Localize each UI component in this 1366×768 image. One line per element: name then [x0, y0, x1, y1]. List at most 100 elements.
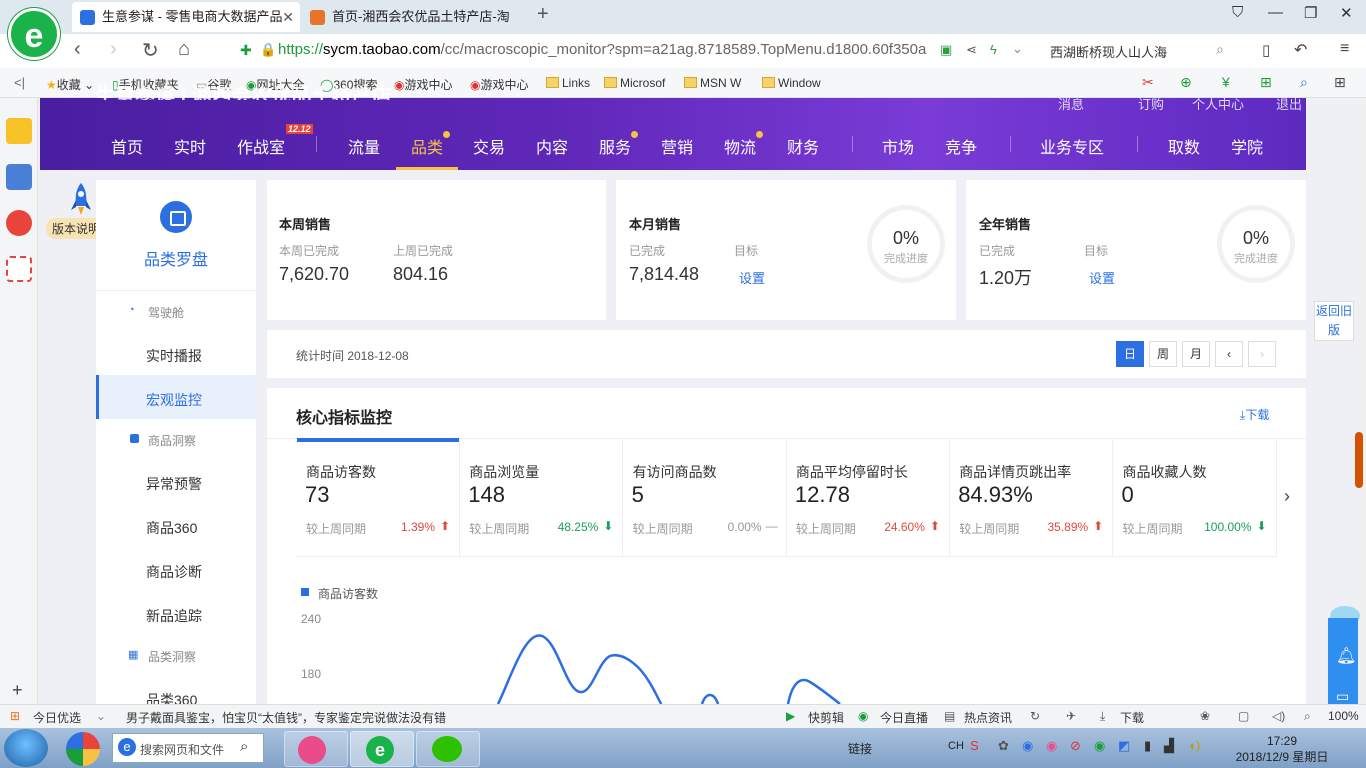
nav-content[interactable]: 内容 [536, 134, 568, 158]
nav-home[interactable]: 首页 [111, 134, 143, 158]
share-icon[interactable]: ⋖ [966, 42, 977, 58]
tray-app-icon[interactable]: ✿ [998, 738, 1009, 754]
nav-marketing[interactable]: 营销 [661, 134, 693, 158]
download-button[interactable]: ⤓下载 [1240, 406, 1269, 423]
thermometer-widget-icon[interactable] [1355, 432, 1363, 488]
new-tab-icon[interactable]: + [537, 3, 549, 26]
screenshot-icon[interactable]: ▣ [940, 42, 952, 58]
forward-icon[interactable]: › [110, 38, 117, 61]
bookmark-games-1[interactable]: ◉游戏中心 [394, 76, 453, 93]
close-tab-icon[interactable]: ✕ [282, 2, 294, 32]
back-icon[interactable]: ‹ [74, 38, 81, 61]
bookmark-microsoft[interactable]: Microsof [604, 76, 665, 90]
menu-item-product-diagnosis[interactable]: 商品诊断 [146, 562, 202, 582]
magnifier-icon[interactable]: ⌕ [1300, 74, 1308, 91]
metric-tile[interactable]: 商品详情页跳出率 84.93% 较上周同期 35.89% ⬆ [950, 440, 1114, 556]
undo-icon[interactable]: ↶ [1294, 40, 1307, 60]
menu-item-realtime-report[interactable]: 实时播报 [146, 346, 202, 366]
metric-tile[interactable]: 商品访客数 73 较上周同期 1.39% ⬆ [297, 440, 460, 556]
translate-icon[interactable]: ⊕ [1180, 74, 1192, 91]
back-to-old-version-button[interactable]: 返回旧版 [1314, 301, 1354, 341]
tray-links[interactable]: 链接 [848, 740, 872, 757]
grid-icon[interactable]: ⊞ [1334, 74, 1346, 91]
chevron-down-icon[interactable]: ⌄ [1012, 41, 1023, 57]
weibo-icon[interactable] [6, 210, 32, 236]
link-messages[interactable]: 消息 [1058, 94, 1084, 113]
news-icon[interactable] [6, 164, 32, 190]
period-week-button[interactable]: 周 [1149, 341, 1177, 367]
leaf-icon[interactable]: ❀ [1200, 709, 1210, 723]
link-profile[interactable]: 个人中心 [1192, 94, 1244, 113]
status-hot-news[interactable]: 热点资讯 [964, 709, 1012, 726]
volume-icon[interactable]: ◖) [1188, 738, 1200, 753]
lightning-icon[interactable]: ϟ [990, 42, 997, 57]
metric-tile[interactable]: 商品平均停留时长 12.78 较上周同期 24.60% ⬆ [787, 440, 950, 556]
window-icon[interactable]: ▢ [1238, 709, 1249, 723]
menu-item-category-360[interactable]: 品类360 [146, 690, 197, 704]
bell-icon[interactable]: 🔔︎ [1336, 646, 1356, 666]
sound-icon[interactable]: ◁) [1272, 709, 1285, 723]
next-date-button[interactable]: › [1248, 341, 1276, 367]
nav-logistics[interactable]: 物流 [724, 131, 764, 158]
tab-taobao-shop[interactable]: 首页-湘西会农优品土特产店-淘宝 [302, 2, 510, 32]
nav-trade[interactable]: 交易 [473, 134, 505, 158]
rocket-icon[interactable] [70, 182, 92, 216]
today-picks-label[interactable]: 今日优选 [33, 709, 81, 726]
collapse-sidebar-icon[interactable]: <| [14, 75, 25, 90]
search-input[interactable]: 西湖断桥现人山人海 [1050, 42, 1167, 61]
bookmark-favorites[interactable]: ★收藏 ⌄ [46, 76, 94, 93]
nav-category[interactable]: 品类 [411, 131, 451, 158]
menu-icon[interactable]: ≡ [1340, 40, 1349, 58]
nav-realtime[interactable]: 实时 [174, 134, 206, 158]
bookmark-windows[interactable]: Window [762, 76, 821, 90]
bookmark-links[interactable]: Links [546, 76, 590, 90]
metric-tile[interactable]: 有访问商品数 5 较上周同期 0.00% — [624, 440, 787, 556]
nav-business-zone[interactable]: 业务专区 [1040, 134, 1104, 158]
search-icon[interactable]: ⌕ [240, 738, 248, 755]
bookmark-msn[interactable]: MSN W [684, 76, 741, 90]
link-logout[interactable]: 退出 [1276, 94, 1302, 113]
year-target-set-link[interactable]: 设置 [1089, 268, 1115, 287]
favorites-star-icon[interactable] [6, 118, 32, 144]
maximize-icon[interactable]: ❐ [1304, 4, 1317, 22]
nav-academy[interactable]: 学院 [1231, 134, 1263, 158]
search-icon[interactable]: ⌕ [1216, 41, 1224, 58]
reader-icon[interactable]: ▯ [1262, 41, 1270, 59]
month-target-set-link[interactable]: 设置 [739, 268, 765, 287]
tray-shield-icon[interactable]: ◉ [1022, 738, 1033, 754]
status-live[interactable]: 今日直播 [880, 709, 928, 726]
tray-wechat-icon[interactable]: ◉ [1094, 738, 1105, 754]
prev-date-button[interactable]: ‹ [1215, 341, 1243, 367]
zoom-level[interactable]: 100% [1328, 709, 1359, 723]
menu-item-product-360[interactable]: 商品360 [146, 518, 197, 538]
tray-ball-icon[interactable]: ◉ [1046, 738, 1057, 754]
pin-icon[interactable]: ✈ [1066, 709, 1076, 723]
mail-icon[interactable] [6, 256, 32, 282]
close-window-icon[interactable]: ✕ [1340, 4, 1353, 22]
period-day-button[interactable]: 日 [1116, 341, 1144, 367]
url-text[interactable]: https://sycm.taobao.com/cc/macroscopic_m… [278, 41, 926, 58]
battery-icon[interactable]: ▮ [1144, 738, 1151, 754]
metrics-next-arrow-icon[interactable]: › [1284, 486, 1290, 507]
tray-network-app-icon[interactable]: ◩ [1118, 738, 1130, 754]
add-icon[interactable]: + [12, 680, 23, 701]
metric-tile[interactable]: 商品浏览量 148 较上周同期 48.25% ⬇ [460, 440, 624, 556]
nav-traffic[interactable]: 流量 [348, 134, 380, 158]
nav-competition[interactable]: 竞争 [945, 134, 977, 158]
app-launcher-icon[interactable] [66, 732, 100, 766]
nav-data-fetch[interactable]: 取数 [1168, 134, 1200, 158]
taskbar-search-input[interactable]: 搜索网页和文件 [140, 741, 224, 758]
tray-security-icon[interactable]: ⊘ [1070, 738, 1081, 754]
sogou-icon[interactable]: S [970, 738, 979, 753]
browser-logo-icon[interactable]: e [8, 8, 60, 60]
shirt-icon[interactable]: ⛉ [1232, 4, 1243, 21]
menu-item-new-product-tracking[interactable]: 新品追踪 [146, 606, 202, 626]
minimize-icon[interactable]: — [1268, 4, 1283, 21]
gamepad-icon[interactable]: ⊞ [1260, 74, 1272, 91]
metric-tile[interactable]: 商品收藏人数 0 较上周同期 100.00% ⬇ [1114, 440, 1277, 556]
status-quick-clip[interactable]: 快剪辑 [808, 709, 844, 726]
chevron-down-icon[interactable]: ⌄ [96, 709, 106, 723]
nav-market[interactable]: 市场 [882, 134, 914, 158]
period-month-button[interactable]: 月 [1182, 341, 1210, 367]
scissors-icon[interactable]: ✂ [1142, 74, 1154, 91]
